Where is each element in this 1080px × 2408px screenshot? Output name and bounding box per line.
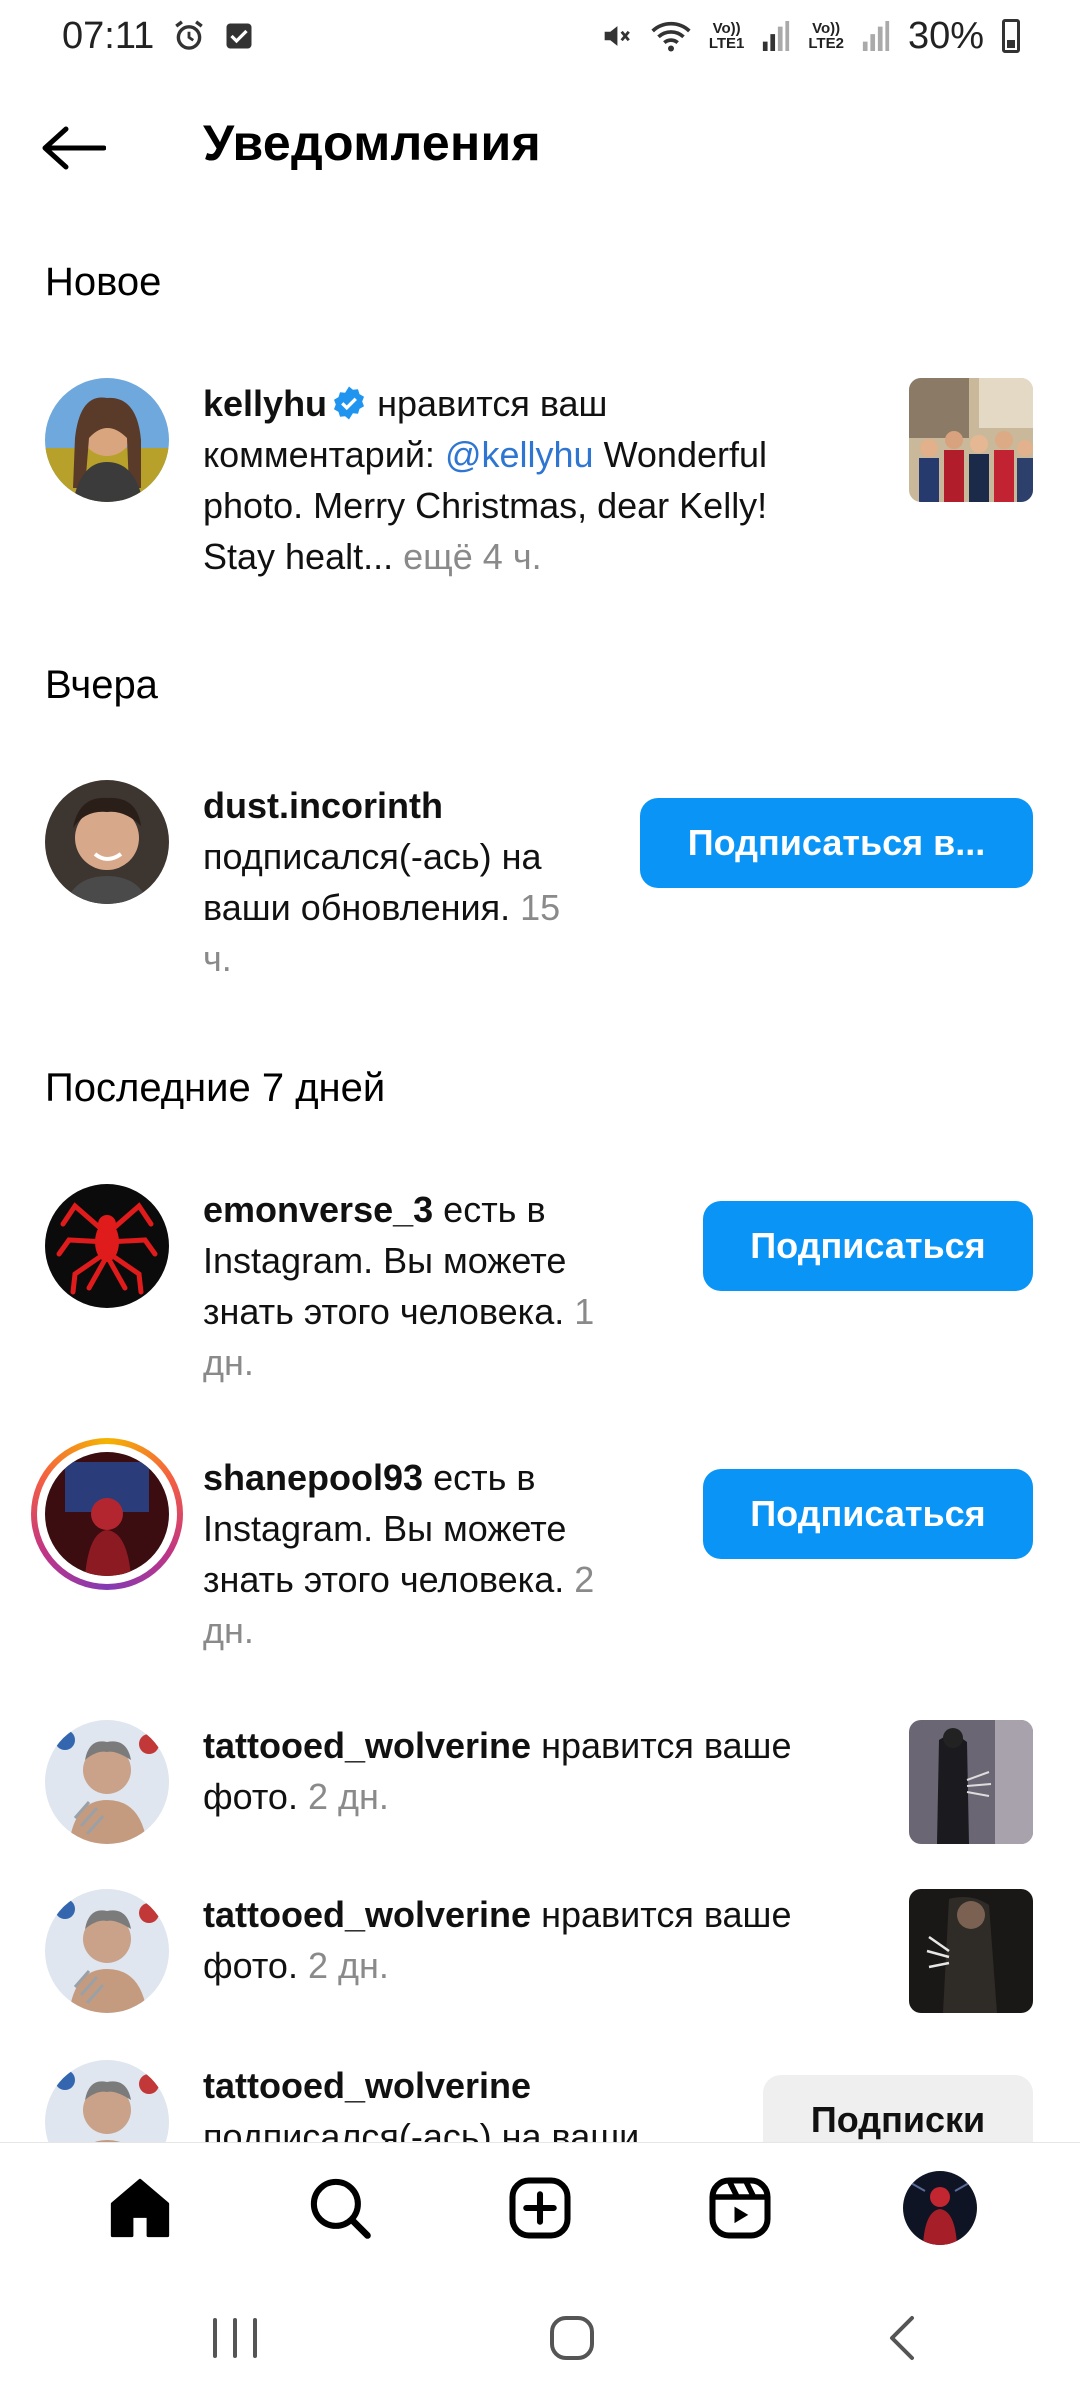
notification-time-unit: ч.: [203, 938, 232, 979]
profile-avatar: [903, 2170, 977, 2245]
home-icon: [110, 2178, 170, 2237]
username[interactable]: tattooed_wolverine: [203, 2065, 531, 2106]
nav-create[interactable]: [480, 2158, 600, 2258]
username[interactable]: tattooed_wolverine: [203, 1725, 531, 1766]
lte1-bottom-label: LTE1: [708, 35, 745, 52]
username[interactable]: tattooed_wolverine: [203, 1894, 531, 1935]
avatar[interactable]: [45, 1452, 169, 1576]
notifications-screen: 07:11 Vo)) LTE1 Vo)) LTE2 30% Уведомлени…: [0, 0, 1080, 2408]
system-navigation-bar: [0, 2272, 1080, 2408]
username[interactable]: kellyhu: [203, 383, 327, 424]
notification-line2: фото.: [203, 1776, 298, 1817]
notification-time: 2 дн.: [307, 1776, 389, 1817]
more-and-time[interactable]: ещё 4 ч.: [403, 536, 541, 577]
notification-time-unit: дн.: [203, 1610, 254, 1651]
avatar[interactable]: [45, 1720, 169, 1844]
reels-icon: [709, 2176, 771, 2239]
notification-time-unit: дн.: [203, 1342, 254, 1383]
notification-time: 1: [574, 1291, 595, 1332]
mute-icon: [599, 19, 633, 53]
notification-line1: нравится ваше: [541, 1725, 792, 1766]
lte1-indicator: Vo)) LTE1: [709, 21, 745, 51]
notification-time: 2 дн.: [307, 1945, 389, 1986]
avatar[interactable]: [45, 1184, 169, 1308]
back-chevron-icon: [890, 2315, 914, 2360]
nav-home[interactable]: [80, 2158, 200, 2258]
nav-reels[interactable]: [680, 2158, 800, 2258]
verified-badge-icon: [331, 383, 367, 420]
post-thumbnail[interactable]: [909, 1889, 1033, 2013]
notification-line3: знать этого человека.: [203, 1559, 565, 1600]
notification-line3: ваши обновления.: [203, 887, 511, 928]
notification-line1: есть в: [443, 1189, 546, 1230]
notification-line1: нравится ваше: [541, 1894, 792, 1935]
status-time: 07:11: [62, 14, 155, 57]
add-post-icon: [509, 2176, 571, 2239]
notification-line2-rest: Wonderful: [603, 434, 768, 475]
notification-line2: Instagram. Вы можете: [203, 1240, 567, 1281]
recent-apps-button[interactable]: [210, 2316, 260, 2365]
lte2-bottom-label: LTE2: [808, 35, 844, 52]
back-arrow-icon: [42, 126, 106, 170]
section-title-new: Новое: [45, 260, 162, 304]
notification-text: emonverse_3 есть в Instagram. Вы можете …: [203, 1184, 594, 1388]
avatar[interactable]: [45, 1889, 169, 2013]
signal-1-icon: [762, 21, 790, 51]
notification-time: 15: [520, 887, 561, 928]
username[interactable]: shanepool93: [203, 1457, 423, 1498]
follow-back-button[interactable]: Подписаться в...: [640, 798, 1033, 888]
nav-search[interactable]: [280, 2158, 400, 2258]
avatar[interactable]: [45, 378, 169, 502]
notification-time: 2: [574, 1559, 595, 1600]
notification-line1: есть в: [433, 1457, 536, 1498]
back-system-button[interactable]: [884, 2314, 920, 2367]
home-system-button[interactable]: [548, 2314, 596, 2367]
battery-icon: [1002, 19, 1020, 53]
app-header: Уведомления: [0, 100, 1080, 190]
recent-apps-icon: [213, 2317, 257, 2358]
follow-button[interactable]: Подписаться: [703, 1201, 1033, 1291]
follow-button[interactable]: Подписаться: [703, 1469, 1033, 1559]
bottom-navigation: [0, 2142, 1080, 2272]
username[interactable]: emonverse_3: [203, 1189, 433, 1230]
post-thumbnail[interactable]: [909, 378, 1033, 502]
wifi-icon: [651, 19, 691, 53]
notification-text: tattooed_wolverine нравится ваше фото. 2…: [203, 1889, 791, 1991]
notification-line1: нравится ваш: [377, 383, 608, 424]
status-bar: 07:11 Vo)) LTE1 Vo)) LTE2 30%: [0, 0, 1080, 72]
home-circle-icon: [550, 2315, 594, 2360]
notification-line3: знать этого человека.: [203, 1291, 565, 1332]
checkbox-notification-icon: [224, 21, 254, 51]
notification-text: tattooed_wolverine нравится ваше фото. 2…: [203, 1720, 791, 1822]
mention-link[interactable]: @kellyhu: [445, 434, 594, 475]
alarm-icon: [172, 19, 206, 53]
section-title-yesterday: Вчера: [45, 663, 158, 707]
section-title-last-7-days: Последние 7 дней: [45, 1066, 386, 1110]
post-thumbnail[interactable]: [909, 1720, 1033, 1844]
notification-line2-prefix: комментарий:: [203, 434, 435, 475]
notification-line2: подписался(-ась) на: [203, 836, 542, 877]
back-button[interactable]: [40, 120, 120, 176]
nav-profile[interactable]: [880, 2158, 1000, 2258]
page-title: Уведомления: [203, 115, 542, 171]
notification-text: shanepool93 есть в Instagram. Вы можете …: [203, 1452, 594, 1656]
avatar[interactable]: [45, 780, 169, 904]
notification-line3: photo. Merry Christmas, dear Kelly!: [203, 485, 768, 526]
search-icon: [310, 2178, 371, 2239]
notification-line2: Instagram. Вы можете: [203, 1508, 567, 1549]
notification-line4: Stay healt...: [203, 536, 394, 577]
lte2-indicator: Vo)) LTE2: [808, 21, 844, 51]
notification-line2: фото.: [203, 1945, 298, 1986]
notification-text: dust.incorinth подписался(-ась) на ваши …: [203, 780, 560, 984]
signal-2-icon: [862, 21, 890, 51]
username[interactable]: dust.incorinth: [203, 785, 443, 826]
notification-text: kellyhu нравится ваш комментарий: @kelly…: [203, 378, 767, 582]
battery-percent: 30%: [907, 14, 984, 57]
